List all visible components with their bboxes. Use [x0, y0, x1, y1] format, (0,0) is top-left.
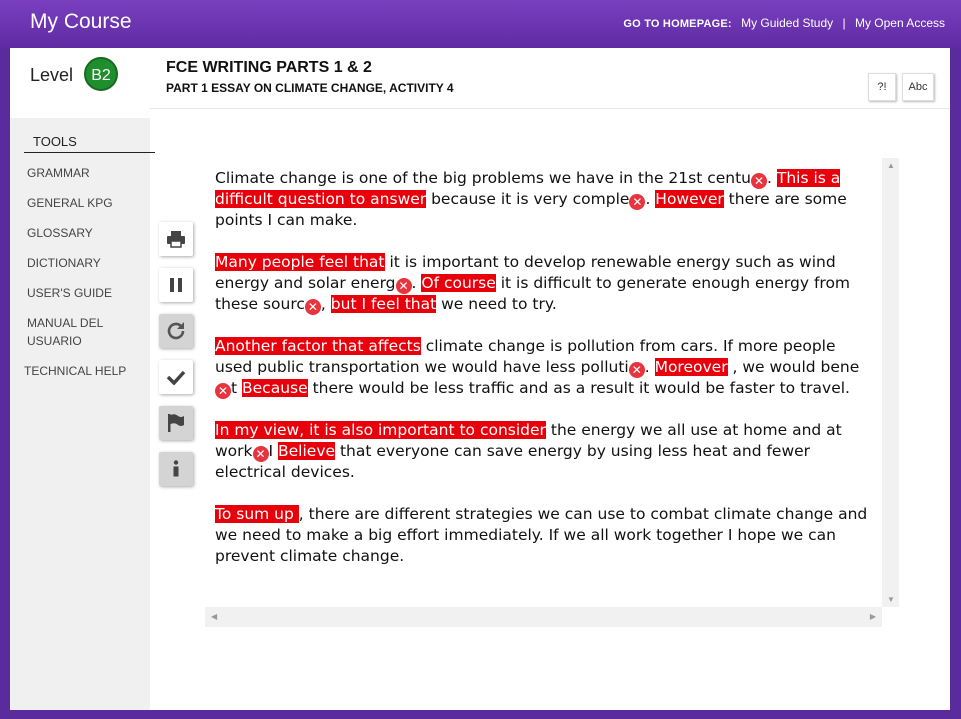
go-to-homepage-label: GO TO HOMEPAGE: — [623, 18, 732, 30]
sidebar-item-dictionary[interactable]: DICTIONARY — [27, 254, 137, 272]
sidebar-item-technical-help[interactable]: TECHNICAL HELP — [24, 362, 134, 380]
horizontal-scrollbar[interactable]: ◀ ▶ — [205, 607, 882, 627]
top-navigation: GO TO HOMEPAGE: My Guided Study | My Ope… — [623, 16, 945, 30]
page-title: FCE WRITING PARTS 1 & 2 — [166, 59, 372, 76]
essay-paragraph: Another factor that affects climate chan… — [215, 336, 875, 399]
nav-separator: | — [842, 16, 846, 30]
info-button[interactable] — [159, 452, 193, 486]
sidebar-item-users-guide[interactable]: USER'S GUIDE — [27, 284, 137, 302]
essay-text-run: . — [767, 169, 777, 187]
my-open-access-link[interactable]: My Open Access — [855, 16, 945, 30]
vertical-scrollbar[interactable]: ▲ ▼ — [882, 158, 899, 607]
redo-icon — [167, 322, 185, 340]
essay-text-run: . — [645, 190, 656, 208]
essay-text-run: . — [411, 274, 422, 292]
essay-text-run: , there are different strategies we can … — [215, 505, 868, 565]
highlighted-phrase[interactable]: Believe — [278, 442, 336, 460]
error-marker-icon[interactable]: ✕ — [751, 173, 768, 189]
essay-paragraph: Climate change is one of the big problem… — [215, 168, 875, 231]
header-divider — [150, 108, 950, 109]
highlighted-phrase[interactable]: Moreover — [654, 358, 728, 376]
sidebar-item-manual-del-usuario[interactable]: MANUAL DEL USUARIO — [27, 314, 117, 350]
essay-text-run: there would be less traffic and as a res… — [307, 379, 850, 397]
error-marker-icon[interactable]: ✕ — [628, 362, 645, 378]
check-icon — [166, 370, 186, 385]
info-icon — [173, 460, 179, 477]
print-button[interactable] — [159, 222, 193, 256]
highlighted-phrase[interactable]: but I feel that — [330, 295, 437, 313]
error-marker-icon[interactable]: ✕ — [252, 446, 269, 462]
essay-text-run: t — [231, 379, 243, 397]
highlighted-phrase[interactable]: Many people feel that — [215, 253, 385, 271]
scroll-left-icon[interactable]: ◀ — [211, 612, 217, 621]
sidebar-item-general-kpg[interactable]: GENERAL KPG — [27, 194, 137, 212]
highlighted-phrase[interactable]: Another factor that affects — [215, 337, 421, 355]
highlighted-phrase[interactable]: To sum up — [215, 505, 299, 523]
my-guided-study-link[interactable]: My Guided Study — [741, 16, 833, 30]
essay-text-run: because it is very comple — [426, 190, 630, 208]
highlighted-phrase[interactable]: Because — [242, 379, 308, 397]
help-button[interactable]: ?! — [868, 73, 896, 101]
error-marker-icon[interactable]: ✕ — [215, 383, 231, 399]
sidebar: TOOLS GRAMMAR GENERAL KPG GLOSSARY DICTI… — [10, 118, 155, 710]
essay-text-run: I — [268, 442, 279, 460]
level-badge: B2 — [84, 57, 118, 91]
pause-button[interactable] — [159, 268, 193, 302]
sidebar-item-grammar[interactable]: GRAMMAR — [27, 164, 137, 182]
scroll-up-icon[interactable]: ▲ — [887, 161, 895, 170]
sidebar-item-glossary[interactable]: GLOSSARY — [27, 224, 137, 242]
highlighted-phrase[interactable]: However — [655, 190, 724, 208]
print-icon — [167, 231, 185, 248]
essay-text-run: we need to try. — [436, 295, 557, 313]
essay-paragraph: Many people feel that it is important to… — [215, 252, 875, 315]
top-bar: My Course GO TO HOMEPAGE: My Guided Stud… — [0, 0, 961, 48]
spellcheck-button[interactable]: Abc — [902, 73, 934, 101]
app-title: My Course — [30, 10, 132, 33]
main-frame: Level B2 FCE WRITING PARTS 1 & 2 PART 1 … — [10, 48, 950, 710]
highlighted-phrase[interactable]: Of course — [421, 274, 496, 292]
check-button[interactable] — [159, 360, 193, 394]
essay-paragraph: To sum up , there are different strategi… — [215, 504, 875, 567]
tools-heading: TOOLS — [24, 134, 155, 153]
essay-text-run: , we would bene — [727, 358, 860, 376]
redo-button[interactable] — [159, 314, 193, 348]
essay-paragraph: In my view, it is also important to cons… — [215, 420, 875, 483]
essay-text-run: . — [644, 358, 655, 376]
highlighted-phrase[interactable]: In my view, it is also important to cons… — [215, 421, 546, 439]
flag-icon — [168, 414, 184, 432]
scroll-down-icon[interactable]: ▼ — [887, 595, 895, 604]
error-marker-icon[interactable]: ✕ — [629, 194, 646, 210]
pause-icon — [170, 278, 182, 292]
level-label: Level — [30, 65, 74, 85]
error-marker-icon[interactable]: ✕ — [304, 299, 321, 315]
essay-text-run: Climate change is one of the big problem… — [215, 169, 752, 187]
scroll-right-icon[interactable]: ▶ — [870, 612, 876, 621]
essay-text: Climate change is one of the big problem… — [215, 168, 875, 588]
flag-button[interactable] — [159, 406, 193, 440]
error-marker-icon[interactable]: ✕ — [395, 278, 412, 294]
page-subtitle: PART 1 ESSAY ON CLIMATE CHANGE, ACTIVITY… — [166, 81, 454, 95]
essay-text-run: , — [320, 295, 331, 313]
